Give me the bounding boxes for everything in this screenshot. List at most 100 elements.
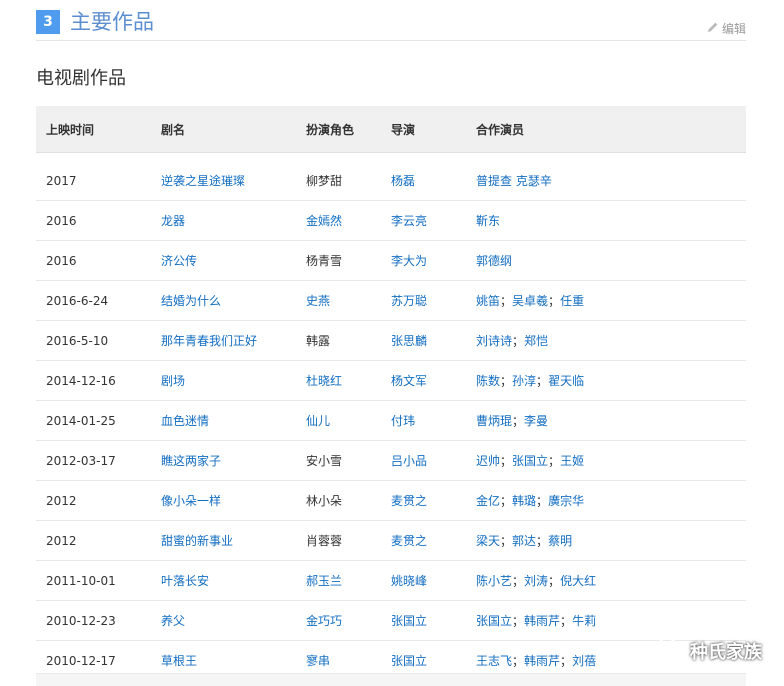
table-row: 2012 甜蜜的新事业 肖蓉蓉 麦贯之 梁天；郭达；蔡明 — [36, 520, 746, 561]
cell-actors: 靳东 — [466, 200, 746, 241]
cell-title-link[interactable]: 瞧这两家子 — [161, 454, 221, 468]
actor-link[interactable]: 王姬 — [560, 454, 584, 468]
actor-link[interactable]: 翟天临 — [548, 374, 584, 388]
actor-link[interactable]: 王志飞 — [476, 654, 512, 668]
cell-director-link[interactable]: 姚晓峰 — [391, 574, 427, 588]
cell-title: 叶落长安 — [151, 560, 296, 601]
actor-link[interactable]: 张国立 — [512, 454, 548, 468]
cell-title-link[interactable]: 逆袭之星途璀璨 — [161, 174, 245, 188]
cell-role-link[interactable]: 仙儿 — [306, 414, 330, 428]
cell-director: 杨磊 — [381, 161, 466, 201]
table-body: 2017 逆袭之星途璀璨 柳梦甜 杨磊 普提查 克瑟辛 2016 龙器 金嫣然 李云亮 靳东 201… — [36, 153, 746, 681]
actor-link[interactable]: 韩雨芹 — [524, 614, 560, 628]
cell-role-link[interactable]: 金嫣然 — [306, 214, 342, 228]
cell-actors: 姚笛；吴卓羲；任重 — [466, 280, 746, 321]
actor-link[interactable]: 倪大红 — [560, 574, 596, 588]
actor-link[interactable]: 任重 — [560, 294, 584, 308]
cell-title-link[interactable]: 甜蜜的新事业 — [161, 534, 233, 548]
table-row: 2016-5-10 那年青春我们正好 韩露 张思麟 刘诗诗；郑恺 — [36, 320, 746, 361]
actor-separator: ； — [512, 614, 525, 628]
cell-director-link[interactable]: 吕小品 — [391, 454, 427, 468]
cell-title-link[interactable]: 那年青春我们正好 — [161, 334, 257, 348]
section-title: 主要作品 — [70, 10, 154, 34]
cell-role-link[interactable]: 史燕 — [306, 294, 330, 308]
actor-link[interactable]: 郑恺 — [524, 334, 548, 348]
cell-title-link[interactable]: 剧场 — [161, 374, 185, 388]
cell-director-link[interactable]: 麦贯之 — [391, 534, 427, 548]
cell-title: 养父 — [151, 600, 296, 641]
edit-label: 编辑 — [721, 22, 746, 36]
cell-title: 像小朵一样 — [151, 480, 296, 521]
cell-title: 济公传 — [151, 240, 296, 281]
cell-title: 瞧这两家子 — [151, 440, 296, 481]
actor-link[interactable]: 蔡明 — [548, 534, 572, 548]
works-table: 上映时间 剧名 扮演角色 导演 合作演员 2017 逆袭之星途璀璨 柳梦甜 杨磊 普提查… — [36, 106, 746, 681]
cell-actors: 陈小艺；刘涛；倪大红 — [466, 560, 746, 601]
cell-director-link[interactable]: 杨磊 — [391, 174, 415, 188]
cell-director-link[interactable]: 付玮 — [391, 414, 415, 428]
cell-director: 付玮 — [381, 400, 466, 441]
cell-role-link[interactable]: 郝玉兰 — [306, 574, 342, 588]
actor-link[interactable]: 吴卓羲 — [512, 294, 548, 308]
cell-director: 李大为 — [381, 240, 466, 281]
cell-title-link[interactable]: 草根王 — [161, 654, 197, 668]
cell-director-link[interactable]: 苏万聪 — [391, 294, 427, 308]
table-row: 2011-10-01 叶落长安 郝玉兰 姚晓峰 陈小艺；刘涛；倪大红 — [36, 560, 746, 601]
actor-link[interactable]: 陈小艺 — [476, 574, 512, 588]
actor-link[interactable]: 普提查 克瑟辛 — [476, 174, 552, 188]
cell-title-link[interactable]: 结婚为什么 — [161, 294, 221, 308]
cell-director-link[interactable]: 麦贯之 — [391, 494, 427, 508]
cell-date: 2016 — [36, 240, 151, 281]
cell-role: 肖蓉蓉 — [296, 520, 381, 561]
actor-link[interactable]: 陈数 — [476, 374, 500, 388]
cell-date: 2017 — [36, 161, 151, 201]
cell-date: 2014-01-25 — [36, 400, 151, 441]
cell-title-link[interactable]: 养父 — [161, 614, 185, 628]
cell-director-link[interactable]: 张思麟 — [391, 334, 427, 348]
actor-link[interactable]: 刘蓓 — [572, 654, 596, 668]
cell-title-link[interactable]: 叶落长安 — [161, 574, 209, 588]
actor-link[interactable]: 郭达 — [512, 534, 536, 548]
cell-actors: 梁天；郭达；蔡明 — [466, 520, 746, 561]
actor-link[interactable]: 金亿 — [476, 494, 500, 508]
cell-title-link[interactable]: 像小朵一样 — [161, 494, 221, 508]
actor-link[interactable]: 靳东 — [476, 214, 500, 228]
cell-director-link[interactable]: 张国立 — [391, 654, 427, 668]
actor-link[interactable]: 牛莉 — [572, 614, 596, 628]
actor-link[interactable]: 姚笛 — [476, 294, 500, 308]
table-header-row: 上映时间 剧名 扮演角色 导演 合作演员 — [36, 106, 746, 153]
cell-director-link[interactable]: 杨文军 — [391, 374, 427, 388]
actor-link[interactable]: 韩璐 — [512, 494, 536, 508]
cell-role: 林小朵 — [296, 480, 381, 521]
cell-role-link[interactable]: 杜晓红 — [306, 374, 342, 388]
actor-link[interactable]: 刘涛 — [524, 574, 548, 588]
actor-link[interactable]: 李曼 — [524, 414, 548, 428]
cell-director-link[interactable]: 李大为 — [391, 254, 427, 268]
cell-role: 杜晓红 — [296, 360, 381, 401]
pencil-icon — [707, 21, 719, 36]
cell-title: 结婚为什么 — [151, 280, 296, 321]
actor-separator: ； — [512, 574, 525, 588]
cell-director-link[interactable]: 李云亮 — [391, 214, 427, 228]
cell-title-link[interactable]: 龙器 — [161, 214, 185, 228]
actor-link[interactable]: 韩雨芹 — [524, 654, 560, 668]
cell-date: 2012 — [36, 480, 151, 521]
edit-button[interactable]: 编辑 — [707, 20, 746, 37]
cell-director: 麦贯之 — [381, 480, 466, 521]
actor-link[interactable]: 曹炳琨 — [476, 414, 512, 428]
cell-role-link[interactable]: 金巧巧 — [306, 614, 342, 628]
actor-link[interactable]: 郭德纲 — [476, 254, 512, 268]
actor-link[interactable]: 孙淳 — [512, 374, 536, 388]
actor-link[interactable]: 张国立 — [476, 614, 512, 628]
actor-link[interactable]: 廣宗华 — [548, 494, 584, 508]
cell-role: 安小雪 — [296, 440, 381, 481]
cell-role-link[interactable]: 寥串 — [306, 654, 330, 668]
actor-link[interactable]: 刘诗诗 — [476, 334, 512, 348]
cell-title-link[interactable]: 血色迷情 — [161, 414, 209, 428]
actor-link[interactable]: 梁天 — [476, 534, 500, 548]
actor-link[interactable]: 迟帅 — [476, 454, 500, 468]
cell-director-link[interactable]: 张国立 — [391, 614, 427, 628]
actor-separator: ； — [500, 294, 513, 308]
cell-title-link[interactable]: 济公传 — [161, 254, 197, 268]
cell-date: 2016-6-24 — [36, 280, 151, 321]
